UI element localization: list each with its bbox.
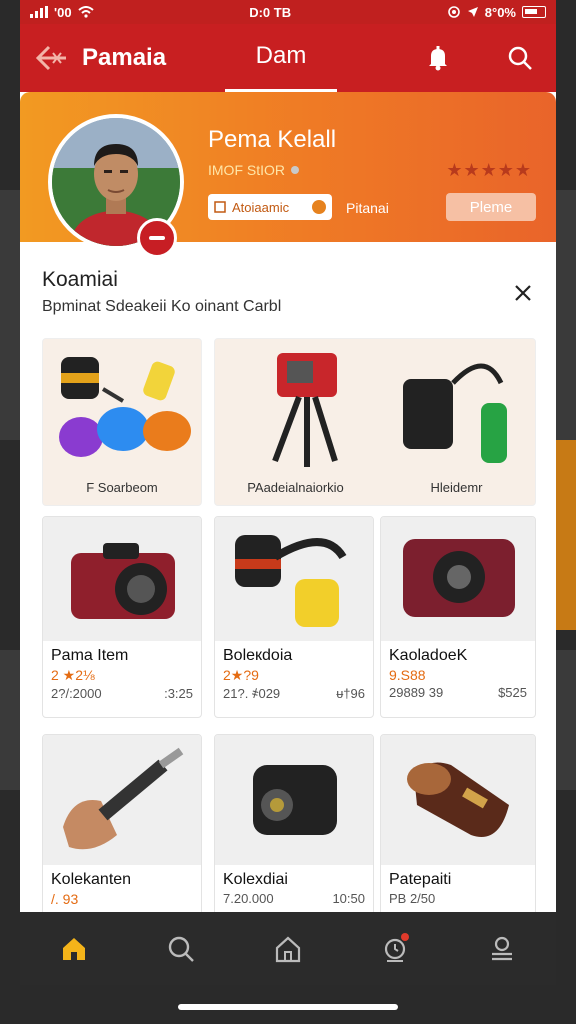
- product-name: Pama Item: [51, 647, 129, 664]
- product-card[interactable]: Pama Item 2 ★2⅛ 2?/:2000 :3:25: [42, 516, 202, 718]
- app-header: Pamaia Dam: [20, 24, 556, 92]
- tab-main[interactable]: Dam: [225, 42, 337, 70]
- section-title: Koamiai: [42, 268, 118, 291]
- product-name: KaoladoeK: [389, 647, 468, 664]
- house-outline-icon: [275, 936, 301, 962]
- battery-icon: [521, 6, 546, 18]
- profile-subtitle-text: IMOF StIOR: [208, 162, 285, 178]
- bell-icon: [429, 46, 447, 71]
- section-header: Koamiai Bpminat Sdeakeii Ko oinant Carbl: [42, 268, 534, 316]
- check-icon: [312, 200, 326, 214]
- profile-icon: [492, 936, 513, 960]
- action-camera-icon: [253, 765, 337, 835]
- signal-icon: [30, 6, 48, 18]
- app-brand: Pamaia: [82, 44, 167, 71]
- product-meta-right: :3:25: [164, 686, 193, 701]
- notifications-button[interactable]: [422, 42, 454, 74]
- product-card[interactable]: Boleкdoia 2★?9 21?. ҂029 ᵾ†96: [214, 516, 374, 718]
- tab-home[interactable]: [54, 929, 94, 969]
- product-meta-left: 7.20.000: [223, 891, 274, 906]
- bottom-nav: [20, 912, 556, 985]
- product-image: [215, 517, 373, 641]
- carrier-text: '00: [54, 4, 72, 20]
- notification-dot: [401, 932, 410, 941]
- toys-illustration-icon: [59, 357, 191, 457]
- search-button[interactable]: [504, 42, 536, 74]
- tab-store[interactable]: [268, 929, 308, 969]
- product-card[interactable]: Kolekanten /. 93: [42, 734, 202, 924]
- product-meta-left: 21?. ҂029: [223, 686, 281, 701]
- verified-pill[interactable]: Atoiaamic: [208, 194, 332, 220]
- product-price: 9.S88: [389, 667, 426, 683]
- category-banner-label: PAadeialnaiorkio: [247, 480, 344, 495]
- product-meta-left: 29889 39: [389, 685, 444, 700]
- at-icon: [447, 6, 460, 18]
- close-icon[interactable]: [512, 282, 534, 304]
- profile-subtitle: IMOF StIOR: [208, 162, 299, 178]
- product-card[interactable]: Patepaiti PB 2/50: [380, 734, 536, 924]
- battery-percent: 8°0%: [484, 4, 516, 20]
- category-banner-label: F Soarbeom: [86, 480, 158, 495]
- location-arrow-icon: [467, 7, 478, 17]
- product-image: [43, 735, 201, 865]
- hand-tool-icon: [63, 747, 184, 850]
- product-image: [43, 517, 201, 641]
- product-meta-right: 10:50: [332, 891, 365, 906]
- remove-badge-button[interactable]: [137, 218, 177, 258]
- product-meta-right: ᵾ†96: [336, 686, 365, 701]
- speaker-device-icon: [403, 539, 515, 617]
- product-card[interactable]: Kolexdiai 7.20.000 10:50: [214, 734, 374, 924]
- rating-stars: ★★★★★: [446, 160, 532, 180]
- home-icon: [62, 937, 85, 960]
- product-card[interactable]: KaoladoeK 9.S88 29889 39 $525: [380, 516, 536, 718]
- back-arrow-icon: [35, 45, 66, 71]
- profile-name: Pema Kelall: [208, 126, 337, 153]
- wooden-grip-icon: [407, 762, 509, 837]
- camera-tripod-illustration-icon: [272, 353, 507, 467]
- product-name: Boleкdoia: [223, 647, 293, 664]
- product-image: [381, 517, 535, 641]
- product-meta-right: $525: [498, 685, 527, 700]
- section-subtitle: Bpminat Sdeakeii Ko oinant Carbl: [42, 298, 282, 315]
- product-name: Patepaiti: [389, 871, 452, 888]
- product-meta-left: 2?/:2000: [51, 686, 102, 701]
- tab-profile[interactable]: [482, 929, 522, 969]
- back-button[interactable]: [32, 38, 72, 78]
- product-image: [215, 735, 373, 865]
- profile-link[interactable]: Pitanai: [346, 200, 389, 216]
- product-name: Kolexdiai: [223, 871, 288, 888]
- product-name: Kolekanten: [51, 871, 132, 888]
- product-price: 2★?9: [223, 667, 259, 683]
- status-bar: '00 D:0 TB 8°0%: [20, 0, 556, 24]
- wifi-icon: [77, 6, 94, 18]
- profile-action-button[interactable]: Pleme: [446, 193, 536, 221]
- category-banner-label: Hleidemr: [430, 480, 483, 495]
- tab-search[interactable]: [161, 929, 201, 969]
- camera-icon: [71, 543, 175, 619]
- background-accent: [554, 440, 576, 630]
- search-icon: [508, 46, 532, 70]
- search-icon: [168, 936, 194, 962]
- square-icon: [214, 201, 226, 213]
- product-image: [381, 735, 535, 865]
- tab-notifications[interactable]: [375, 929, 415, 969]
- product-meta-left: PB 2/50: [389, 891, 436, 906]
- app-screen: '00 D:0 TB 8°0% Pamaia Dam Pema Kelall I…: [20, 0, 556, 985]
- category-banner-wide[interactable]: PAadeialnaiorkio Hleidemr: [214, 338, 536, 506]
- status-dot: [291, 166, 299, 174]
- status-time: D:0 TB: [249, 4, 292, 20]
- home-indicator[interactable]: [178, 1004, 398, 1010]
- profile-header: Pema Kelall IMOF StIOR ★★★★★ Atoiaamic P…: [20, 92, 556, 258]
- lens-parts-icon: [235, 535, 347, 627]
- verified-pill-label: Atoiaamic: [232, 199, 290, 215]
- category-banner[interactable]: F Soarbeom: [42, 338, 202, 506]
- product-price: /. 93: [51, 891, 79, 907]
- product-price: 2 ★2⅛: [51, 667, 95, 683]
